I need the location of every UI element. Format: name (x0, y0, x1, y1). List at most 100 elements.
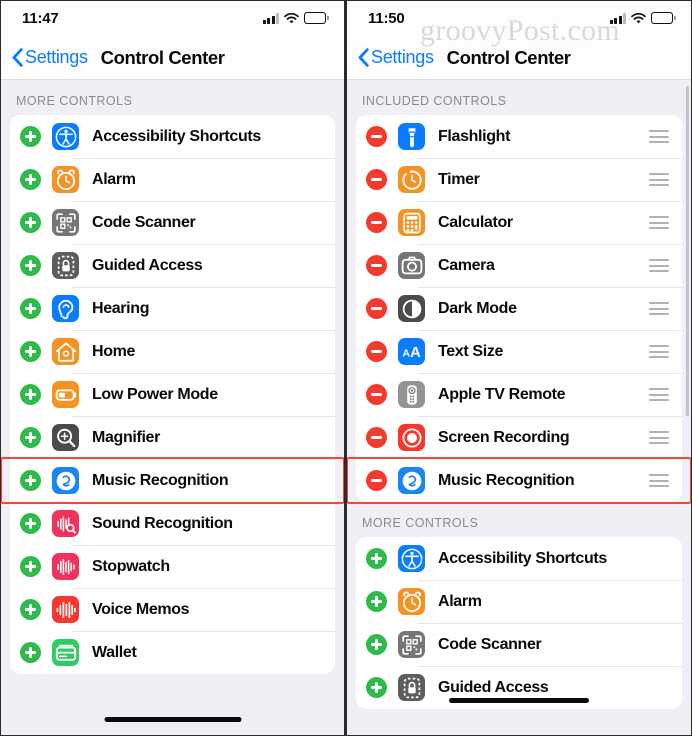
add-control-button[interactable] (20, 556, 41, 577)
scroll-body[interactable]: INCLUDED CONTROLS Flashlight Timer Calcu… (346, 80, 692, 736)
row-separator (418, 416, 682, 417)
list-item[interactable]: Music Recognition (356, 459, 682, 502)
scrollbar[interactable] (686, 86, 689, 416)
reorder-handle[interactable] (649, 216, 669, 229)
list-item[interactable]: Apple TV Remote (356, 373, 682, 416)
list-item[interactable]: Wallet (10, 631, 335, 674)
control-label: Timer (438, 170, 480, 188)
list-item[interactable]: Camera (356, 244, 682, 287)
reorder-handle[interactable] (649, 130, 669, 143)
guided-access-icon (398, 674, 425, 701)
remove-control-button[interactable] (366, 427, 387, 448)
stopwatch-icon (52, 553, 79, 580)
wifi-icon (631, 12, 646, 24)
list-item[interactable]: Accessibility Shortcuts (10, 115, 335, 158)
control-label: Flashlight (438, 127, 511, 145)
add-control-button[interactable] (20, 470, 41, 491)
row-separator (72, 244, 335, 245)
add-control-button[interactable] (20, 384, 41, 405)
list-item[interactable]: Low Power Mode (10, 373, 335, 416)
status-bar: 11:47 (0, 0, 345, 36)
list-item[interactable]: Alarm (356, 580, 682, 623)
list-item[interactable]: Timer (356, 158, 682, 201)
control-label: Stopwatch (92, 557, 170, 575)
remove-control-button[interactable] (366, 169, 387, 190)
voice-memos-icon (52, 596, 79, 623)
remove-control-button[interactable] (366, 212, 387, 233)
controls-card: Flashlight Timer Calculator Camera Dark … (356, 115, 682, 502)
add-control-button[interactable] (20, 513, 41, 534)
add-control-button[interactable] (366, 634, 387, 655)
back-to-settings-button[interactable]: Settings (12, 47, 88, 68)
list-item[interactable]: Calculator (356, 201, 682, 244)
list-item[interactable]: Home (10, 330, 335, 373)
list-item[interactable]: Hearing (10, 287, 335, 330)
reorder-handle[interactable] (649, 431, 669, 444)
row-separator (418, 373, 682, 374)
remove-control-button[interactable] (366, 126, 387, 147)
control-label: Music Recognition (438, 471, 575, 489)
control-label: Calculator (438, 213, 513, 231)
list-item[interactable]: A A Text Size (356, 330, 682, 373)
reorder-handle[interactable] (649, 345, 669, 358)
list-item[interactable]: Sound Recognition (10, 502, 335, 545)
reorder-handle[interactable] (649, 302, 669, 315)
scroll-body[interactable]: MORE CONTROLS Accessibility Shortcuts Al… (0, 80, 345, 736)
reorder-handle[interactable] (649, 259, 669, 272)
list-item[interactable]: Flashlight (356, 115, 682, 158)
list-item[interactable]: Voice Memos (10, 588, 335, 631)
remove-control-button[interactable] (366, 255, 387, 276)
add-control-button[interactable] (20, 298, 41, 319)
list-item[interactable]: Screen Recording (356, 416, 682, 459)
list-item[interactable]: Dark Mode (356, 287, 682, 330)
add-control-button[interactable] (366, 591, 387, 612)
add-control-button[interactable] (20, 599, 41, 620)
add-control-button[interactable] (20, 255, 41, 276)
add-control-button[interactable] (20, 169, 41, 190)
add-control-button[interactable] (20, 642, 41, 663)
list-item[interactable]: Accessibility Shortcuts (356, 537, 682, 580)
row-separator (72, 201, 335, 202)
control-label: Dark Mode (438, 299, 517, 317)
row-separator (418, 244, 682, 245)
reorder-handle[interactable] (649, 173, 669, 186)
phone-screenshot-right: 11:50 Settings Control Center groovyPost… (346, 0, 692, 736)
list-item[interactable]: Alarm (10, 158, 335, 201)
list-item[interactable]: Magnifier (10, 416, 335, 459)
remove-control-button[interactable] (366, 470, 387, 491)
status-indicators (262, 12, 329, 24)
timer-icon (398, 166, 425, 193)
remove-control-button[interactable] (366, 298, 387, 319)
add-control-button[interactable] (20, 341, 41, 362)
row-separator (418, 330, 682, 331)
list-item[interactable]: Stopwatch (10, 545, 335, 588)
add-control-button[interactable] (366, 548, 387, 569)
cellular-signal-icon (609, 12, 626, 24)
list-item[interactable]: Music Recognition (10, 459, 335, 502)
control-label: Accessibility Shortcuts (438, 549, 607, 567)
wallet-icon (52, 639, 79, 666)
reorder-handle[interactable] (649, 388, 669, 401)
back-to-settings-button[interactable]: Settings (358, 47, 434, 68)
remove-control-button[interactable] (366, 341, 387, 362)
list-item[interactable]: Code Scanner (10, 201, 335, 244)
add-control-button[interactable] (20, 212, 41, 233)
camera-icon (398, 252, 425, 279)
section-header: MORE CONTROLS (16, 94, 133, 108)
list-item[interactable]: Guided Access (10, 244, 335, 287)
add-control-button[interactable] (20, 427, 41, 448)
row-separator (418, 201, 682, 202)
alarm-icon (398, 588, 425, 615)
row-separator (418, 580, 682, 581)
screen-recording-icon (398, 424, 425, 451)
reorder-handle[interactable] (649, 474, 669, 487)
home-indicator (104, 717, 241, 722)
hearing-icon (52, 295, 79, 322)
phone-screenshot-left: 11:47 Settings Control Center MORE CONTR… (0, 0, 346, 736)
add-control-button[interactable] (20, 126, 41, 147)
text-size-icon: A A (398, 338, 425, 365)
add-control-button[interactable] (366, 677, 387, 698)
home-indicator (449, 698, 589, 703)
list-item[interactable]: Code Scanner (356, 623, 682, 666)
remove-control-button[interactable] (366, 384, 387, 405)
